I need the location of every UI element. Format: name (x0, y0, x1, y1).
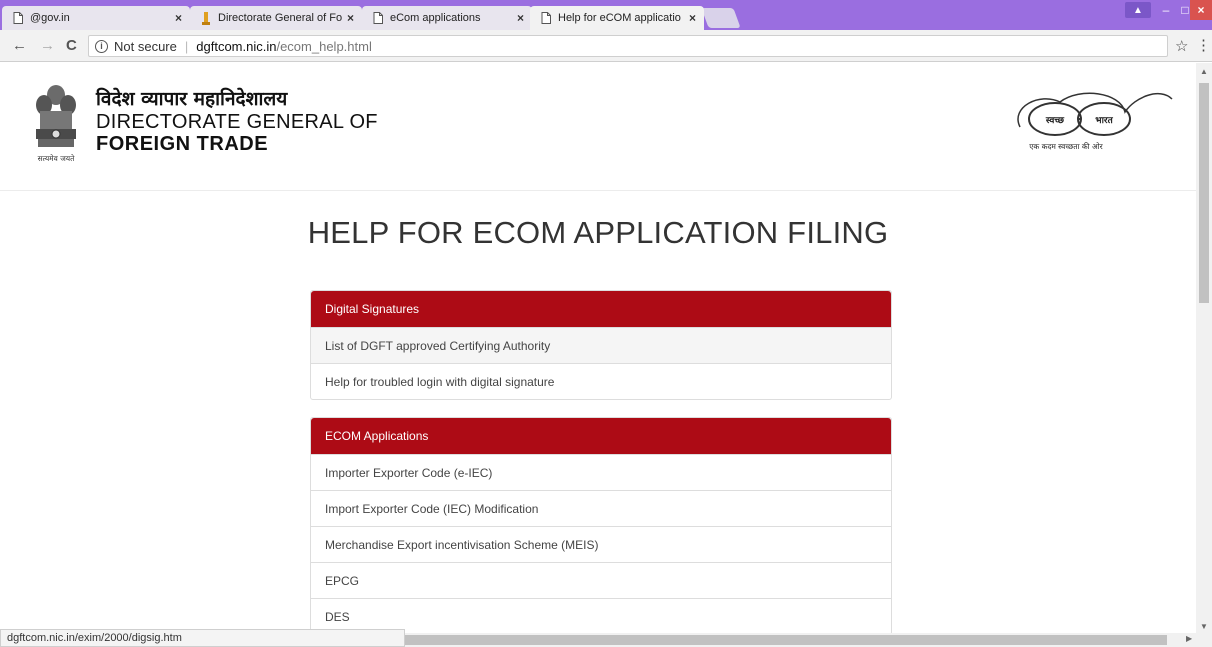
url-path: /ecom_help.html (276, 38, 372, 54)
browser-toolbar: ← → C i Not secure | dgftcom.nic.in /eco… (0, 30, 1212, 62)
bookmark-star-icon[interactable]: ☆ (1175, 37, 1188, 55)
panel-digital-signatures: Digital Signatures List of DGFT approved… (310, 290, 892, 400)
link-troubled-login-help[interactable]: Help for troubled login with digital sig… (311, 363, 891, 399)
link-des[interactable]: DES (311, 598, 891, 633)
panel-heading: ECOM Applications (311, 418, 891, 454)
tab-strip: @gov.in × Directorate General of Fo × eC… (0, 0, 1212, 30)
scroll-thumb[interactable] (1199, 83, 1209, 303)
tab-title: Help for eCOM applicatio (558, 12, 681, 24)
tab-title: Directorate General of Fo (218, 12, 343, 24)
tab-dgft[interactable]: Directorate General of Fo × (190, 6, 362, 30)
page-icon (540, 11, 552, 25)
reload-button[interactable]: C (66, 37, 77, 54)
divider: | (184, 38, 189, 54)
page-icon (372, 11, 384, 25)
new-tab-button[interactable] (701, 8, 741, 28)
national-emblem-icon: सत्यमेव जयते (36, 85, 76, 163)
vertical-scrollbar[interactable]: ▲ ▼ (1196, 63, 1212, 633)
tab-help-ecom[interactable]: Help for eCOM applicatio × (530, 6, 704, 30)
brand-line2: FOREIGN TRADE (96, 133, 269, 155)
swachh-tagline: एक कदम स्वच्छता की ओर (1029, 142, 1103, 151)
favicon-dgft-icon (200, 11, 212, 25)
page-title: HELP FOR ECOM APPLICATION FILING (307, 215, 889, 250)
tab-ecom-applications[interactable]: eCom applications × (362, 6, 532, 30)
brand-hindi: विदेश व्यापार महानिदेशालय (96, 88, 288, 110)
info-icon[interactable]: i (95, 39, 108, 53)
forward-button[interactable]: → (40, 37, 55, 54)
back-button[interactable]: ← (12, 37, 27, 54)
page-icon (12, 11, 24, 25)
link-epcg[interactable]: EPCG (311, 562, 891, 598)
brand-line1: DIRECTORATE GENERAL OF (96, 111, 378, 133)
tab-title: @gov.in (30, 12, 70, 24)
link-iec-modification[interactable]: Import Exporter Code (IEC) Modification (311, 490, 891, 526)
panel-ecom-applications: ECOM Applications Importer Exporter Code… (310, 417, 892, 633)
scroll-right-icon[interactable]: ▶ (1186, 634, 1192, 643)
scroll-down-icon[interactable]: ▼ (1200, 622, 1208, 631)
security-label: Not secure (114, 38, 177, 54)
link-e-iec[interactable]: Importer Exporter Code (e-IEC) (311, 454, 891, 490)
minimize-button[interactable]: – (1155, 0, 1177, 20)
address-bar[interactable]: i Not secure | dgftcom.nic.in /ecom_help… (88, 35, 1168, 57)
site-header: सत्यमेव जयते विदेश व्यापार महानिदेशालय D… (0, 63, 1196, 191)
swachh-word1: स्वच्छ (1045, 116, 1065, 126)
swachh-bharat-logo: स्वच्छ भारत एक कदम स्वच्छता की ओर (1017, 92, 1173, 151)
close-icon[interactable]: × (689, 11, 696, 25)
emblem-caption: सत्यमेव जयते (38, 154, 76, 163)
link-meis[interactable]: Merchandise Export incentivisation Schem… (311, 526, 891, 562)
swachh-word2: भारत (1095, 116, 1113, 126)
scroll-thumb[interactable] (405, 635, 1167, 645)
user-icon[interactable]: ▲ (1125, 2, 1151, 18)
close-window-button[interactable]: × (1190, 0, 1212, 20)
menu-icon[interactable]: ⋮ (1196, 36, 1211, 54)
close-icon[interactable]: × (175, 11, 182, 25)
url-host: dgftcom.nic.in (196, 38, 277, 54)
page-content: सत्यमेव जयते विदेश व्यापार महानिदेशालय D… (0, 63, 1196, 633)
tab-gov[interactable]: @gov.in × (2, 6, 190, 30)
link-approved-certifying-authority[interactable]: List of DGFT approved Certifying Authori… (311, 327, 891, 363)
status-bar: dgftcom.nic.in/exim/2000/digsig.htm (0, 629, 405, 647)
close-icon[interactable]: × (517, 11, 524, 25)
close-icon[interactable]: × (347, 11, 354, 25)
panel-heading: Digital Signatures (311, 291, 891, 327)
scroll-up-icon[interactable]: ▲ (1200, 67, 1208, 76)
tab-title: eCom applications (390, 12, 481, 24)
